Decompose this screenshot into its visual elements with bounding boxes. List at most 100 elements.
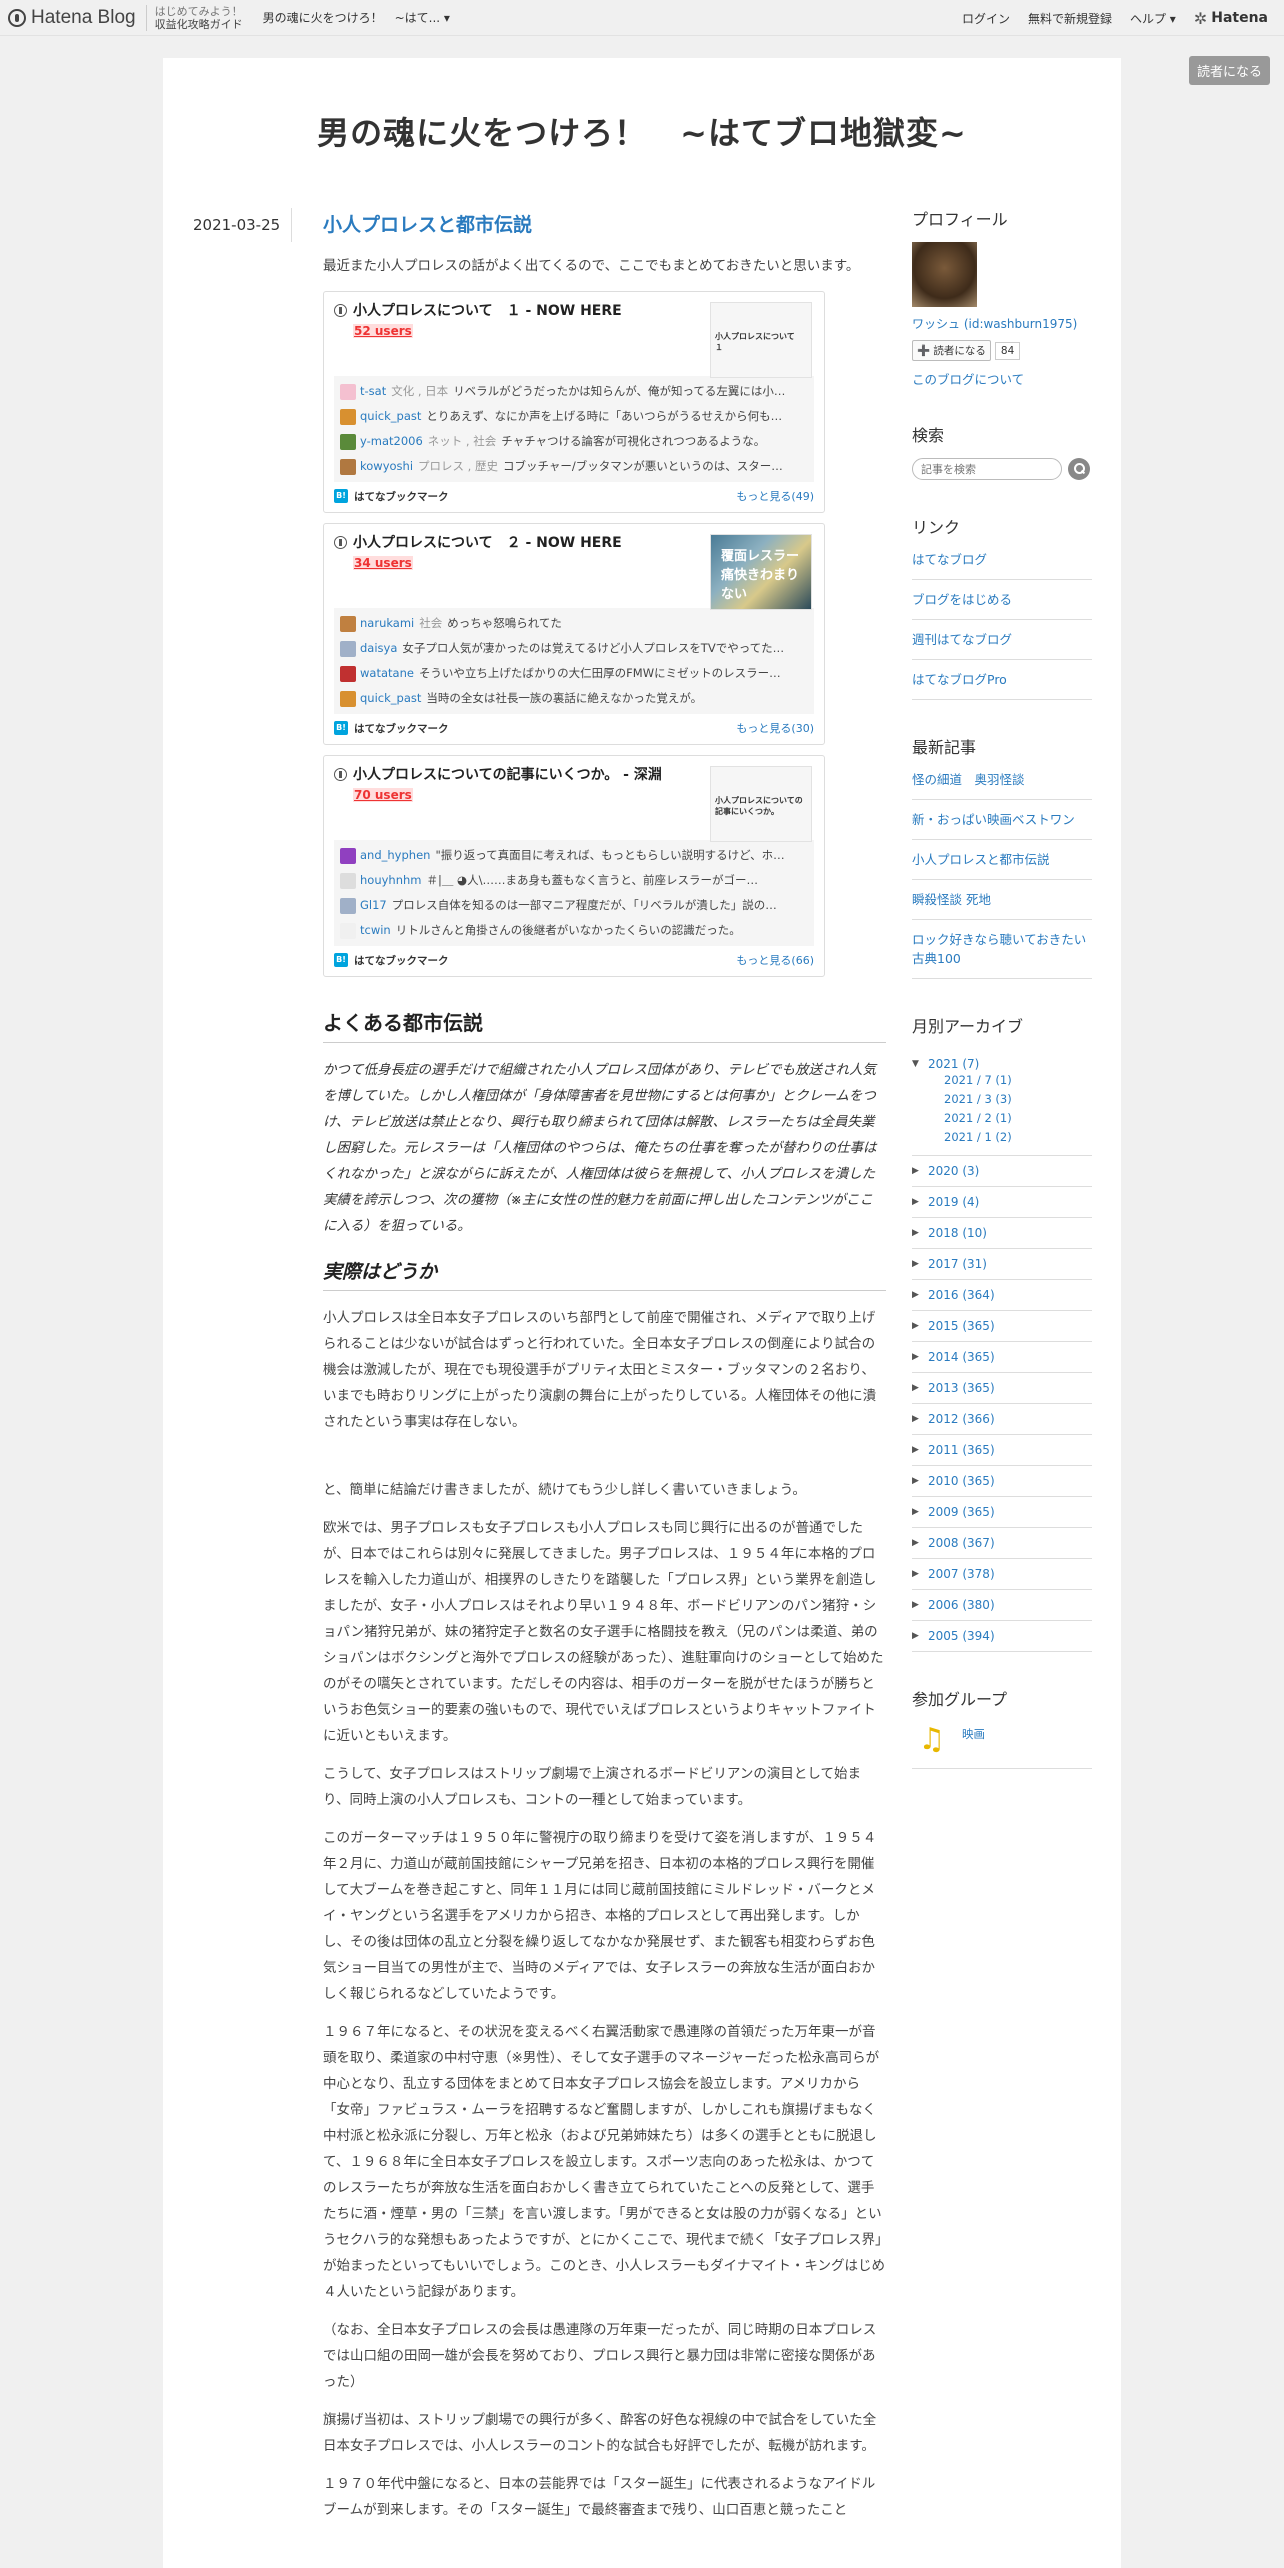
- triangle-right-icon[interactable]: ▶: [912, 1631, 922, 1641]
- triangle-right-icon[interactable]: ▶: [912, 1600, 922, 1610]
- recent-entry-link[interactable]: 怪の細道 奥羽怪談: [912, 772, 1025, 787]
- comment-user[interactable]: houyhnhm: [360, 868, 422, 893]
- archive-year-link[interactable]: 2021 (7): [928, 1057, 979, 1071]
- bookmark-card-title[interactable]: 小人プロレスについて ２ - NOW HERE: [353, 532, 622, 552]
- see-more-link[interactable]: もっと見る(30): [736, 720, 814, 736]
- user-avatar[interactable]: [340, 458, 356, 475]
- blog-name-menu[interactable]: 男の魂に火をつけろ！ ~はて... ▾: [263, 9, 450, 26]
- bookmark-users-count[interactable]: 70 users: [353, 788, 413, 802]
- archive-month-link[interactable]: 2021 / 1 (2): [944, 1130, 1012, 1144]
- triangle-right-icon[interactable]: ▶: [912, 1538, 922, 1548]
- archive-year-link[interactable]: 2014 (365): [928, 1350, 995, 1364]
- comment-user[interactable]: quick_past: [360, 404, 421, 429]
- bookmark-users-count[interactable]: 52 users: [353, 324, 413, 338]
- archive-year-link[interactable]: 2011 (365): [928, 1443, 995, 1457]
- triangle-right-icon[interactable]: ▶: [912, 1321, 922, 1331]
- subscriber-count[interactable]: 84: [994, 341, 1021, 360]
- comment-tags[interactable]: プロレス , 歴史: [418, 454, 498, 479]
- comment-user[interactable]: Gl17: [360, 893, 387, 918]
- archive-year-link[interactable]: 2013 (365): [928, 1381, 995, 1395]
- user-avatar[interactable]: [340, 408, 356, 425]
- help-menu[interactable]: ヘルプ ▾: [1130, 10, 1176, 27]
- sidebar-link-link[interactable]: 週刊はてなブログ: [912, 632, 1012, 647]
- archive-year-link[interactable]: 2006 (380): [928, 1598, 995, 1612]
- see-more-link[interactable]: もっと見る(49): [736, 488, 814, 504]
- sidebar-link-link[interactable]: はてなブログ: [912, 552, 987, 567]
- archive-year-link[interactable]: 2009 (365): [928, 1505, 995, 1519]
- bookmark-thumbnail[interactable]: 小人プロレスについての記事にいくつか。: [710, 766, 812, 842]
- user-avatar[interactable]: [340, 433, 356, 450]
- archive-year-link[interactable]: 2010 (365): [928, 1474, 995, 1488]
- sidebar-link-link[interactable]: ブログをはじめる: [912, 592, 1012, 607]
- profile-avatar[interactable]: [912, 242, 977, 307]
- recent-entry-link[interactable]: ロック好きなら聴いておきたい古典100: [912, 932, 1086, 966]
- about-blog-link[interactable]: このブログについて: [912, 369, 1092, 388]
- triangle-right-icon[interactable]: ▶: [912, 1507, 922, 1517]
- profile-subscribe-button[interactable]: ➕ 読者になる: [912, 340, 991, 361]
- hatena-bookmark-link[interactable]: B! はてなブックマーク: [334, 489, 449, 504]
- comment-user[interactable]: tcwin: [360, 918, 391, 943]
- comment-tags[interactable]: ネット , 社会: [428, 429, 496, 454]
- triangle-right-icon[interactable]: ▶: [912, 1197, 922, 1207]
- archive-year-link[interactable]: 2018 (10): [928, 1226, 987, 1240]
- hatena-logo[interactable]: ✲ Hatena: [1194, 9, 1268, 28]
- recent-entry-link[interactable]: 小人プロレスと都市伝説: [912, 852, 1050, 867]
- comment-user[interactable]: narukami: [360, 611, 414, 636]
- group-item[interactable]: ♫ 映画: [912, 1722, 1092, 1769]
- triangle-right-icon[interactable]: ▶: [912, 1259, 922, 1269]
- user-avatar[interactable]: [340, 847, 356, 864]
- blog-title[interactable]: 男の魂に火をつけろ！ ~はてブロ地獄変~: [163, 108, 1121, 154]
- comment-tags[interactable]: 文化 , 日本: [391, 379, 448, 404]
- recent-entry-link[interactable]: 新・おっぱい映画ベストワン: [912, 812, 1075, 827]
- archive-month-link[interactable]: 2021 / 2 (1): [944, 1111, 1012, 1125]
- archive-year-link[interactable]: 2020 (3): [928, 1164, 979, 1178]
- user-avatar[interactable]: [340, 922, 356, 939]
- group-link[interactable]: 映画: [962, 1726, 985, 1742]
- user-avatar[interactable]: [340, 665, 356, 682]
- archive-year-link[interactable]: 2012 (366): [928, 1412, 995, 1426]
- login-link[interactable]: ログイン: [962, 10, 1010, 27]
- triangle-right-icon[interactable]: ▶: [912, 1290, 922, 1300]
- triangle-right-icon[interactable]: ▶: [912, 1166, 922, 1176]
- bookmark-thumbnail[interactable]: 小人プロレスについて １: [710, 302, 812, 378]
- see-more-link[interactable]: もっと見る(66): [736, 952, 814, 968]
- comment-user[interactable]: watatane: [360, 661, 414, 686]
- bookmark-users-count[interactable]: 34 users: [353, 556, 413, 570]
- monetize-guide-link[interactable]: はじめてみよう！ 収益化攻略ガイド: [145, 4, 243, 31]
- archive-year-link[interactable]: 2007 (378): [928, 1567, 995, 1581]
- archive-year-link[interactable]: 2019 (4): [928, 1195, 979, 1209]
- entry-date[interactable]: 2021-03-25: [193, 216, 280, 234]
- archive-month-link[interactable]: 2021 / 3 (3): [944, 1092, 1012, 1106]
- archive-year-link[interactable]: 2017 (31): [928, 1257, 987, 1271]
- archive-year-link[interactable]: 2015 (365): [928, 1319, 995, 1333]
- triangle-right-icon[interactable]: ▶: [912, 1228, 922, 1238]
- comment-user[interactable]: and_hyphen: [360, 843, 430, 868]
- triangle-right-icon[interactable]: ▶: [912, 1445, 922, 1455]
- comment-user[interactable]: quick_past: [360, 686, 421, 711]
- triangle-right-icon[interactable]: ▶: [912, 1383, 922, 1393]
- subscribe-button[interactable]: 読者になる: [1188, 56, 1270, 85]
- triangle-right-icon[interactable]: ▶: [912, 1352, 922, 1362]
- search-input[interactable]: [912, 458, 1062, 480]
- triangle-down-icon[interactable]: ▼: [912, 1059, 922, 1069]
- user-avatar[interactable]: [340, 615, 356, 632]
- profile-name-link[interactable]: ワッシュ (id:washburn1975): [912, 315, 1092, 332]
- hatena-bookmark-link[interactable]: B! はてなブックマーク: [334, 721, 449, 736]
- user-avatar[interactable]: [340, 872, 356, 889]
- comment-user[interactable]: t-sat: [360, 379, 386, 404]
- search-icon[interactable]: [1068, 458, 1090, 480]
- triangle-right-icon[interactable]: ▶: [912, 1476, 922, 1486]
- bookmark-card-title[interactable]: 小人プロレスについての記事にいくつか。 - 深淵: [353, 764, 662, 784]
- hatena-bookmark-link[interactable]: B! はてなブックマーク: [334, 953, 449, 968]
- comment-tags[interactable]: 社会: [419, 611, 442, 636]
- archive-year-link[interactable]: 2016 (364): [928, 1288, 995, 1302]
- bookmark-card-title[interactable]: 小人プロレスについて １ - NOW HERE: [353, 300, 622, 320]
- comment-user[interactable]: daisya: [360, 636, 397, 661]
- comment-user[interactable]: y-mat2006: [360, 429, 423, 454]
- archive-year-link[interactable]: 2008 (367): [928, 1536, 995, 1550]
- user-avatar[interactable]: [340, 640, 356, 657]
- entry-title[interactable]: 小人プロレスと都市伝説: [323, 210, 886, 237]
- comment-user[interactable]: kowyoshi: [360, 454, 413, 479]
- user-avatar[interactable]: [340, 690, 356, 707]
- hatena-blog-logo[interactable]: Hatena Blog: [8, 7, 136, 29]
